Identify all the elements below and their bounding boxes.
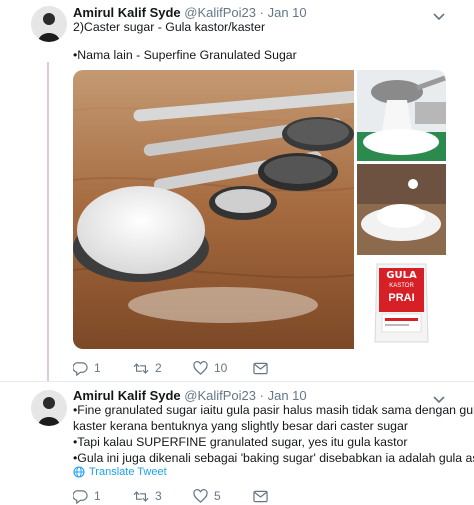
header-separator: ·: [259, 5, 264, 20]
reply-button[interactable]: 1: [73, 360, 101, 376]
like-icon: [193, 489, 208, 503]
tweet-text-line: kaster kerana bentuknya yang slightly be…: [73, 419, 408, 433]
header-separator: ·: [259, 388, 264, 403]
reply-button[interactable]: 1: [73, 488, 101, 504]
author-name[interactable]: Amirul Kalif Syde: [73, 388, 181, 403]
tweet-text-line: 2)Caster sugar - Gula kastor/kaster: [73, 20, 266, 34]
retweet-count: 3: [155, 489, 162, 503]
tweet-actions: 1 3 5: [73, 488, 373, 504]
chevron-down-icon[interactable]: [432, 9, 446, 21]
tweet-2[interactable]: Amirul Kalif Syde @KalifPoi23 · Jan 10 •…: [0, 382, 474, 505]
tweet-header: Amirul Kalif Syde @KalifPoi23 · Jan 10: [73, 388, 307, 403]
message-icon: [253, 490, 268, 502]
avatar[interactable]: [31, 390, 67, 426]
tweet-text-line: •Nama lain - Superfine Granulated Sugar: [73, 48, 297, 62]
package-brand-top: GULA: [386, 270, 417, 281]
avatar[interactable]: [31, 6, 67, 42]
message-button[interactable]: [253, 488, 268, 504]
tweet-1[interactable]: Amirul Kalif Syde @KalifPoi23 · Jan 10 2…: [0, 0, 474, 380]
reply-icon: [73, 489, 88, 504]
like-count: 10: [214, 361, 228, 375]
author-name[interactable]: Amirul Kalif Syde: [73, 5, 181, 20]
tweet-text-line: •Fine granulated sugar iaitu gula pasir …: [73, 403, 474, 417]
globe-icon: [73, 466, 85, 478]
author-handle[interactable]: @KalifPoi23: [184, 5, 256, 20]
retweet-count: 2: [155, 361, 162, 375]
tweet-actions: 1 2 10: [73, 360, 373, 376]
like-count: 5: [214, 489, 221, 503]
like-icon: [193, 361, 208, 375]
tweet-date[interactable]: Jan 10: [268, 5, 307, 20]
sugar-bowl-photo[interactable]: [357, 70, 446, 161]
tweet-text-line: •Tapi kalau SUPERFINE granulated sugar, …: [73, 435, 408, 449]
tweet-header: Amirul Kalif Syde @KalifPoi23 · Jan 10: [73, 5, 307, 20]
package-brand-bottom: PRAI: [388, 292, 415, 304]
message-button[interactable]: [253, 360, 268, 376]
tweet-date[interactable]: Jan 10: [268, 388, 307, 403]
retweet-button[interactable]: 3: [133, 488, 162, 504]
sugar-package-photo[interactable]: GULA KASTOR PRAI: [357, 258, 446, 349]
reply-icon: [73, 361, 88, 376]
media-grid: GULA KASTOR PRAI: [73, 70, 446, 349]
sugar-spoons-photo[interactable]: [73, 70, 363, 349]
reply-count: 1: [94, 361, 101, 375]
tweet-text-line: •Gula ini juga dikenali sebagai 'baking …: [73, 451, 474, 465]
reply-count: 1: [94, 489, 101, 503]
message-icon: [253, 362, 268, 374]
translate-tweet-link[interactable]: Translate Tweet: [73, 466, 167, 478]
translate-label: Translate Tweet: [89, 466, 167, 478]
retweet-button[interactable]: 2: [133, 360, 162, 376]
chevron-down-icon[interactable]: [432, 392, 446, 404]
package-brand-mid: KASTOR: [389, 283, 414, 289]
retweet-icon: [133, 490, 149, 502]
sugar-pile-photo[interactable]: [357, 164, 446, 255]
like-button[interactable]: 5: [193, 488, 221, 504]
retweet-icon: [133, 362, 149, 374]
author-handle[interactable]: @KalifPoi23: [184, 388, 256, 403]
like-button[interactable]: 10: [193, 360, 227, 376]
